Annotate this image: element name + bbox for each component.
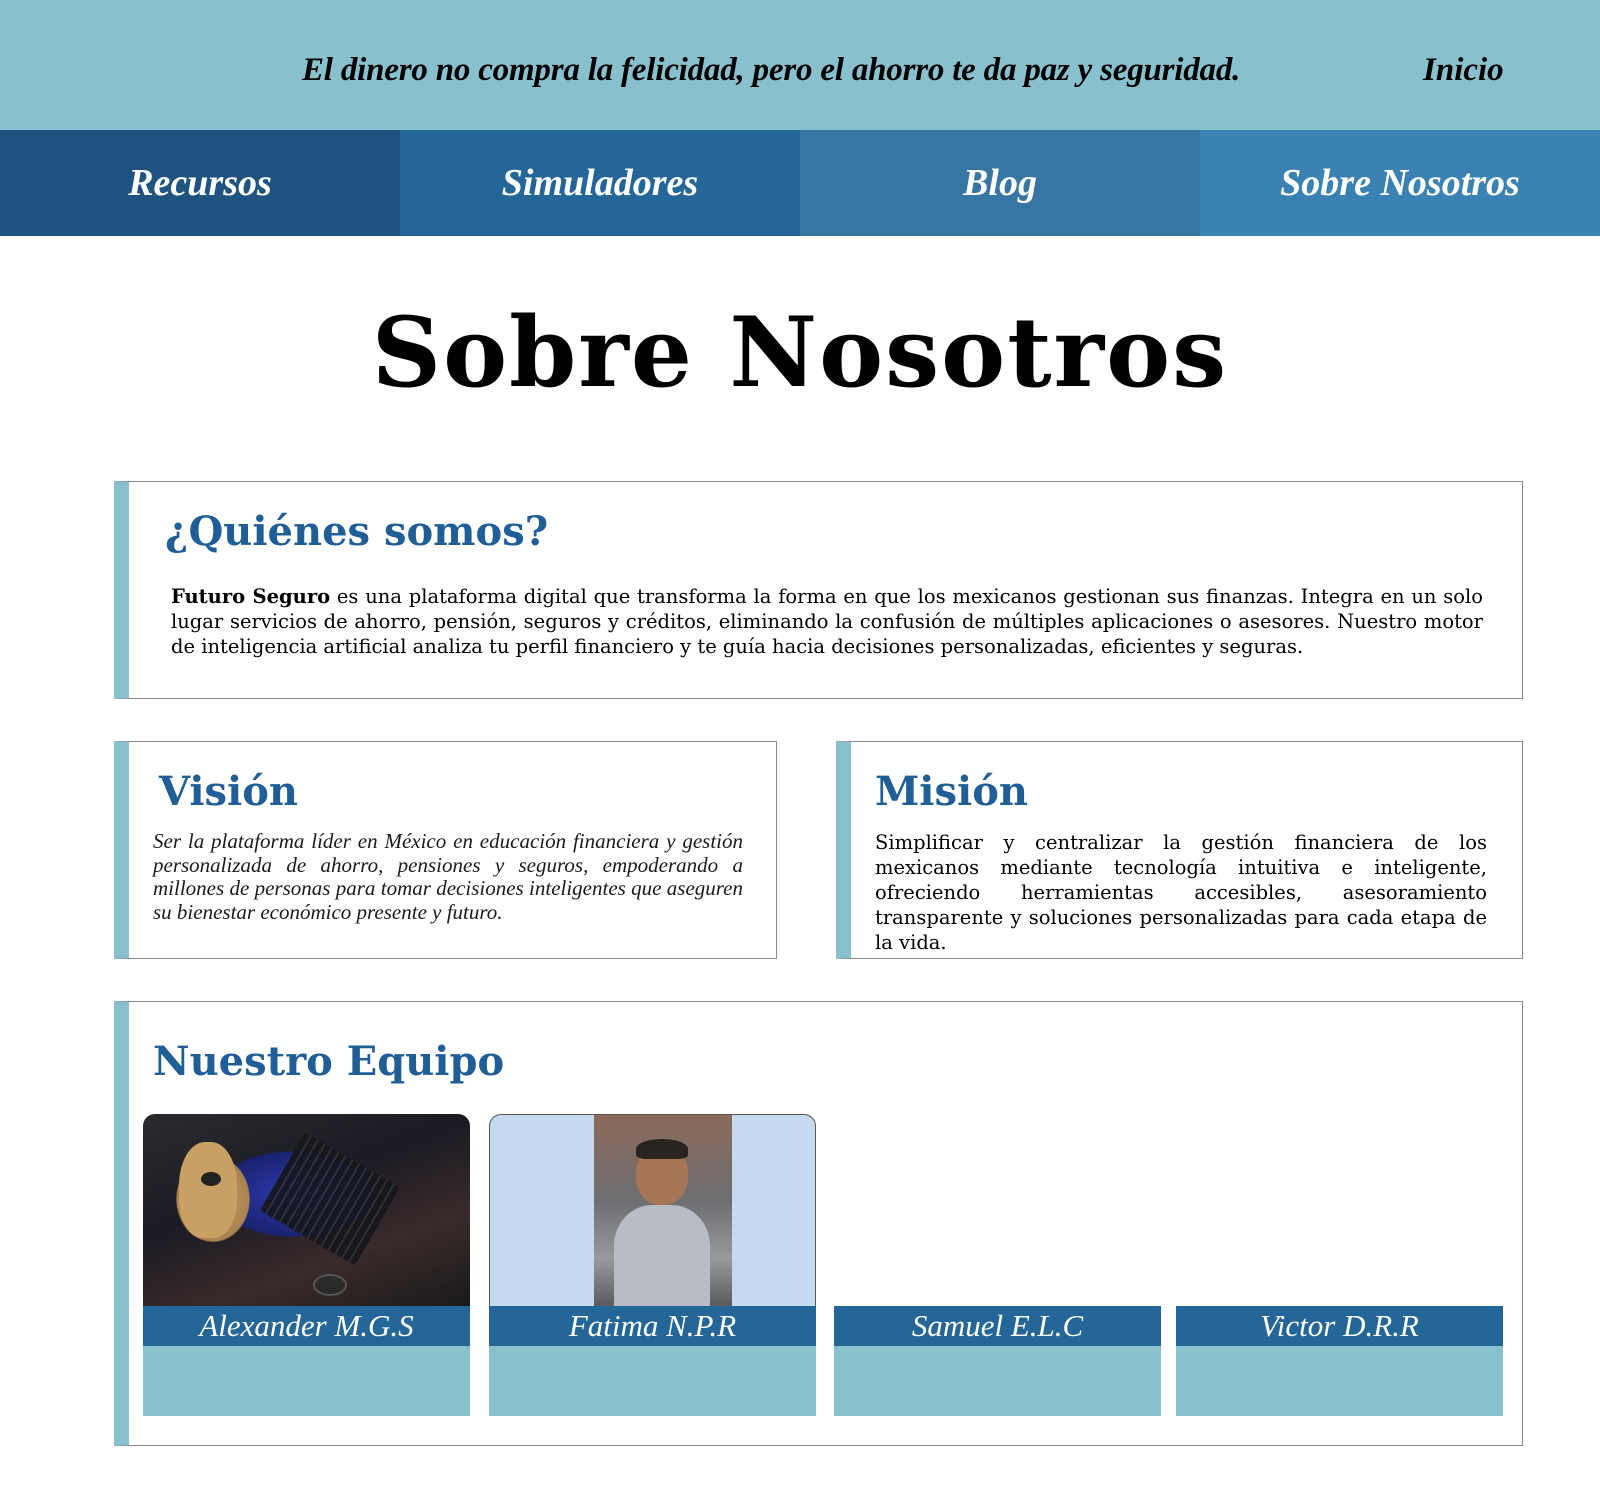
member-name: Fatima N.P.R: [489, 1306, 816, 1346]
member-name: Samuel E.L.C: [834, 1306, 1161, 1346]
page-title: Sobre Nosotros: [371, 296, 1229, 409]
member-info-panel: [489, 1346, 816, 1416]
team-member-card[interactable]: Victor D.R.R: [1176, 1114, 1503, 1416]
brand-name: Futuro Seguro: [171, 585, 331, 608]
member-photo: [143, 1114, 470, 1306]
about-card: ¿Quiénes somos? Futuro Seguro es una pla…: [114, 481, 1523, 699]
main-nav: Recursos Simuladores Blog Sobre Nosotros: [0, 130, 1600, 236]
home-link[interactable]: Inicio: [1423, 52, 1504, 89]
mission-heading: Misión: [875, 768, 1028, 815]
nav-item-sobre-nosotros[interactable]: Sobre Nosotros: [1200, 130, 1600, 236]
photo-keyboard: [259, 1132, 401, 1266]
top-bar: El dinero no compra la felicidad, pero e…: [0, 0, 1600, 130]
team-member-card[interactable]: Alexander M.G.S: [143, 1114, 470, 1416]
vision-heading: Visión: [159, 768, 299, 815]
photo-mouse: [313, 1274, 347, 1296]
member-info-panel: [834, 1346, 1161, 1416]
member-info-panel: [143, 1346, 470, 1416]
nav-item-simuladores[interactable]: Simuladores: [400, 130, 800, 236]
header-quote: El dinero no compra la felicidad, pero e…: [302, 52, 1241, 88]
nav-item-recursos[interactable]: Recursos: [0, 130, 400, 236]
team-member-card[interactable]: Samuel E.L.C: [834, 1114, 1161, 1416]
photo-person-body: [614, 1205, 710, 1306]
photo-plush-eye: [201, 1172, 221, 1186]
member-photo: [489, 1114, 816, 1306]
team-member-card[interactable]: Fatima N.P.R: [489, 1114, 816, 1416]
about-text: Futuro Seguro es una plataforma digital …: [171, 584, 1483, 659]
photo-plush: [179, 1142, 237, 1238]
member-name: Victor D.R.R: [1176, 1306, 1503, 1346]
mission-card: Misión Simplificar y centralizar la gest…: [836, 741, 1523, 959]
team-card: Nuestro Equipo Alexander M.G.S Fatima N.…: [114, 1001, 1523, 1446]
vision-card: Visión Ser la plataforma líder en México…: [114, 741, 777, 959]
team-heading: Nuestro Equipo: [153, 1038, 505, 1085]
photo-person-hair: [636, 1139, 688, 1159]
about-body: es una plataforma digital que transforma…: [171, 585, 1484, 658]
member-name: Alexander M.G.S: [143, 1306, 470, 1346]
nav-item-blog[interactable]: Blog: [800, 130, 1200, 236]
about-heading: ¿Quiénes somos?: [165, 508, 549, 555]
member-info-panel: [1176, 1346, 1503, 1416]
vision-text: Ser la plataforma líder en México en edu…: [153, 829, 743, 924]
mission-text: Simplificar y centralizar la gestión fin…: [875, 831, 1487, 954]
